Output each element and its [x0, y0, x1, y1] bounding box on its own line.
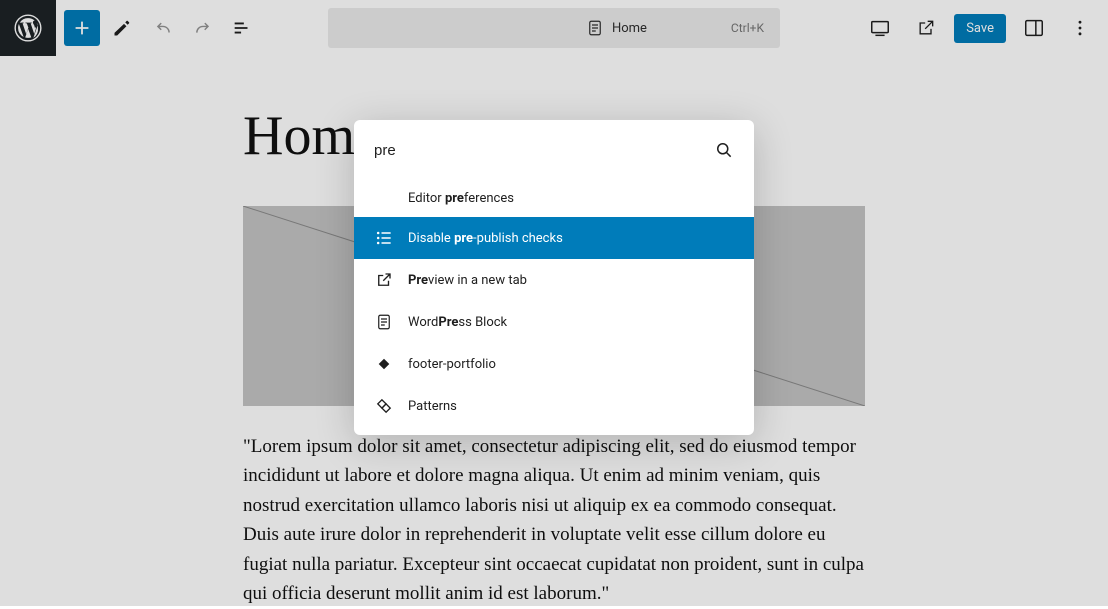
command-search-row [354, 120, 754, 180]
command-results: Editor preferences Disable pre-publish ch… [354, 180, 754, 435]
command-label: footer-portfolio [408, 357, 496, 372]
search-icon [714, 140, 734, 160]
command-result[interactable]: Patterns [354, 385, 754, 427]
diamond-icon [374, 354, 394, 374]
command-palette: Editor preferences Disable pre-publish ch… [354, 120, 754, 435]
command-result[interactable]: Editor preferences [354, 180, 754, 217]
command-label: Preview in a new tab [408, 273, 527, 288]
diamonds-icon [374, 396, 394, 416]
command-result[interactable]: WordPress Block [354, 301, 754, 343]
external-icon [374, 270, 394, 290]
command-label: Patterns [408, 399, 457, 414]
page-icon [374, 312, 394, 332]
command-result[interactable]: Preview in a new tab [354, 259, 754, 301]
command-label: Disable pre-publish checks [408, 231, 563, 246]
command-label: Editor preferences [408, 191, 514, 206]
command-result[interactable]: Disable pre-publish checks [354, 217, 754, 259]
command-result[interactable]: footer-portfolio [354, 343, 754, 385]
command-search-input[interactable] [374, 142, 714, 159]
command-label: WordPress Block [408, 315, 507, 330]
list-icon [374, 228, 394, 248]
